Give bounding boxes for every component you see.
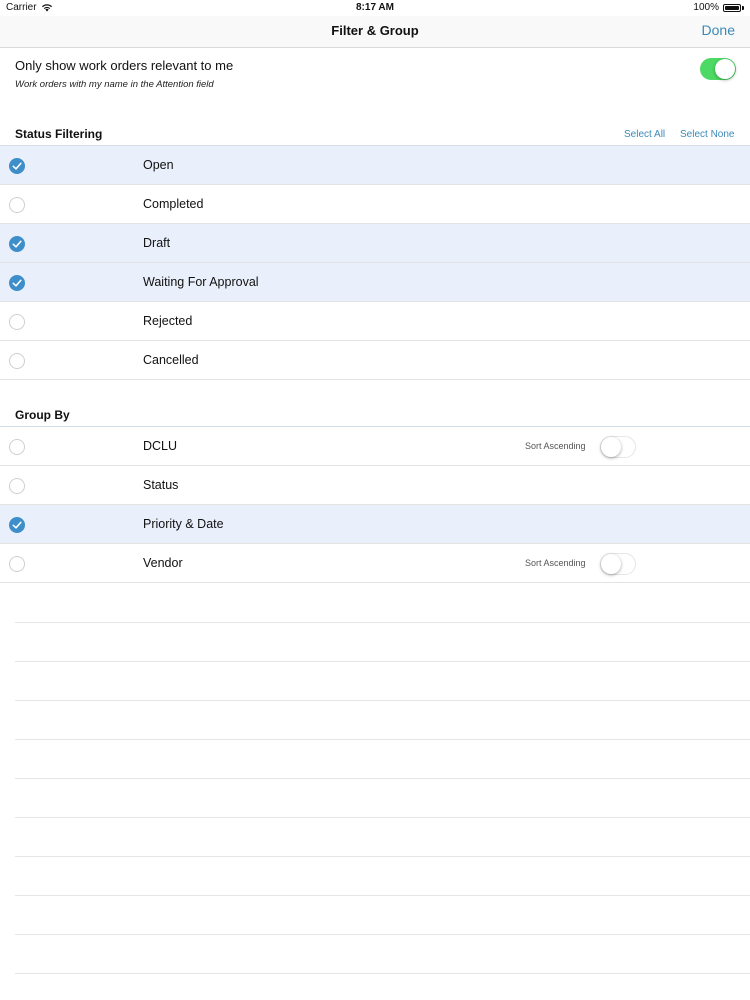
status-filter-label: Draft bbox=[143, 236, 171, 250]
sort-ascending-label: Sort Ascending bbox=[525, 558, 586, 568]
status-filter-row[interactable]: Rejected bbox=[0, 302, 750, 341]
group-by-label: Vendor bbox=[143, 556, 183, 570]
relevant-label: Only show work orders relevant to me bbox=[15, 58, 234, 73]
row-separator bbox=[15, 856, 750, 857]
checkmark-icon[interactable] bbox=[9, 236, 25, 252]
status-filter-row[interactable]: Completed bbox=[0, 185, 750, 224]
checkmark-icon[interactable] bbox=[9, 158, 25, 174]
group-by-header: Group By bbox=[15, 408, 70, 422]
status-filter-label: Open bbox=[143, 158, 174, 172]
navigation-bar: Filter & Group Done bbox=[0, 16, 750, 48]
status-filter-label: Cancelled bbox=[143, 353, 199, 367]
checkmark-icon[interactable] bbox=[9, 517, 25, 533]
group-by-label: Priority & Date bbox=[143, 517, 224, 531]
sort-ascending-toggle[interactable] bbox=[600, 553, 636, 575]
status-filter-row[interactable]: Open bbox=[0, 146, 750, 185]
status-filter-row[interactable]: Draft bbox=[0, 224, 750, 263]
row-separator bbox=[15, 700, 750, 701]
done-button[interactable]: Done bbox=[702, 22, 735, 38]
checkmark-icon[interactable] bbox=[9, 275, 25, 291]
row-separator bbox=[15, 622, 750, 623]
group-by-label: DCLU bbox=[143, 439, 178, 453]
group-by-label: Status bbox=[143, 478, 179, 492]
relevant-sublabel: Work orders with my name in the Attentio… bbox=[15, 79, 214, 90]
row-separator bbox=[15, 661, 750, 662]
group-by-row[interactable]: DCLU Sort Ascending bbox=[0, 427, 750, 466]
empty-circle-icon[interactable] bbox=[9, 314, 25, 330]
empty-circle-icon[interactable] bbox=[9, 556, 25, 572]
status-filter-label: Waiting For Approval bbox=[143, 275, 259, 289]
status-bar: Carrier 8:17 AM 100% bbox=[0, 0, 750, 16]
page-title: Filter & Group bbox=[331, 23, 419, 38]
group-by-row[interactable]: Status bbox=[0, 466, 750, 505]
empty-circle-icon[interactable] bbox=[9, 197, 25, 213]
row-separator bbox=[15, 973, 750, 974]
select-none-button[interactable]: Select None bbox=[680, 129, 734, 140]
row-separator bbox=[15, 934, 750, 935]
toggle-knob bbox=[601, 437, 621, 457]
row-separator bbox=[15, 817, 750, 818]
empty-circle-icon[interactable] bbox=[9, 439, 25, 455]
row-separator bbox=[15, 778, 750, 779]
status-filter-row[interactable]: Waiting For Approval bbox=[0, 263, 750, 302]
battery-info: 100% bbox=[693, 2, 744, 13]
group-by-row[interactable]: Priority & Date bbox=[0, 505, 750, 544]
relevant-toggle[interactable] bbox=[700, 58, 736, 80]
status-filter-row[interactable]: Cancelled bbox=[0, 341, 750, 380]
row-separator bbox=[15, 895, 750, 896]
toggle-knob bbox=[601, 554, 621, 574]
relevant-filter: Only show work orders relevant to me Wor… bbox=[15, 58, 615, 90]
status-filtering-header: Status Filtering bbox=[15, 127, 103, 141]
row-separator bbox=[15, 739, 750, 740]
select-all-button[interactable]: Select All bbox=[624, 129, 665, 140]
status-filter-label: Rejected bbox=[143, 314, 193, 328]
empty-circle-icon[interactable] bbox=[9, 353, 25, 369]
group-by-row[interactable]: Vendor Sort Ascending bbox=[0, 544, 750, 583]
status-filter-label: Completed bbox=[143, 197, 204, 211]
sort-ascending-label: Sort Ascending bbox=[525, 441, 586, 451]
toggle-knob bbox=[715, 59, 735, 79]
battery-percent: 100% bbox=[693, 2, 719, 13]
empty-circle-icon[interactable] bbox=[9, 478, 25, 494]
battery-icon bbox=[723, 3, 741, 12]
sort-ascending-toggle[interactable] bbox=[600, 436, 636, 458]
battery-tip bbox=[742, 5, 744, 10]
clock: 8:17 AM bbox=[356, 2, 394, 13]
